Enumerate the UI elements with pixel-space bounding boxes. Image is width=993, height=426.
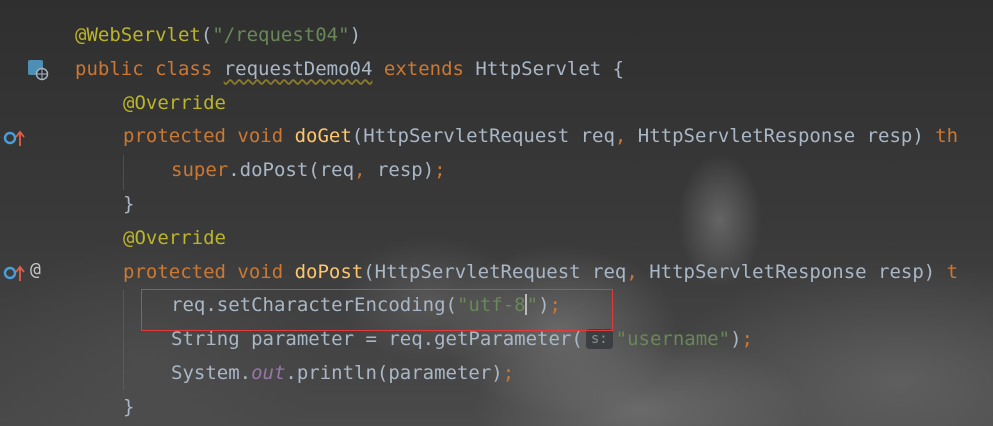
- code-line[interactable]: super.doPost(req, resp);: [171, 154, 446, 187]
- code-token: "/request04": [212, 24, 350, 46]
- indent-guide: [123, 155, 124, 190]
- code-token: ,: [626, 260, 650, 283]
- code-token: doPost: [294, 260, 364, 283]
- code-token: @WebServlet: [75, 24, 201, 46]
- override-up-arrow-icon[interactable]: [3, 264, 25, 286]
- code-line[interactable]: }: [123, 188, 134, 221]
- highlight-annotation-box: [141, 289, 613, 331]
- code-token: (HttpServletRequest req: [363, 260, 627, 283]
- code-token: @Override: [123, 226, 226, 249]
- code-token: ;: [741, 328, 753, 351]
- code-token: doGet: [294, 125, 352, 148]
- code-token: ;: [502, 362, 515, 384]
- code-token: }: [123, 193, 135, 215]
- code-token: ,: [614, 125, 638, 148]
- code-token: requestDemo04: [223, 57, 373, 80]
- code-line[interactable]: protected void doGet(HttpServletRequest …: [123, 120, 958, 153]
- code-token: System.: [171, 362, 252, 384]
- code-token: protected: [123, 125, 238, 148]
- code-token: (: [200, 24, 213, 46]
- code-token: out: [251, 362, 286, 384]
- code-token: void: [237, 260, 295, 283]
- parameter-hint: s:: [585, 329, 613, 350]
- code-token: }: [123, 395, 135, 418]
- code-line[interactable]: protected void doPost(HttpServletRequest…: [123, 256, 958, 289]
- code-line[interactable]: }: [123, 391, 134, 424]
- code-token: super: [171, 159, 229, 182]
- code-token: protected: [123, 260, 238, 283]
- code-line[interactable]: @WebServlet("/request04"): [75, 19, 361, 52]
- code-line[interactable]: @Override: [123, 87, 226, 120]
- code-token: HttpServletResponse resp): [649, 260, 947, 283]
- code-line[interactable]: @Override: [123, 222, 226, 255]
- code-token: String parameter = req.getParameter(: [171, 328, 583, 351]
- code-token: public: [75, 57, 156, 80]
- code-token: t: [946, 260, 959, 283]
- code-token: .doPost(req: [228, 159, 355, 182]
- code-token: th: [935, 125, 959, 148]
- code-token: HttpServletResponse resp): [637, 125, 936, 148]
- code-token: class: [155, 57, 224, 80]
- code-line[interactable]: public class requestDemo04 extends HttpS…: [75, 53, 624, 86]
- code-token: @Override: [123, 91, 226, 114]
- code-line[interactable]: System.out.println(parameter);: [171, 357, 514, 390]
- code-token: ): [730, 328, 742, 351]
- class-web-icon[interactable]: [27, 59, 49, 85]
- code-token: ;: [434, 159, 446, 182]
- code-token: {: [612, 57, 625, 80]
- override-up-arrow-icon[interactable]: [3, 129, 25, 151]
- code-token: void: [237, 125, 295, 148]
- code-token: resp): [376, 159, 435, 182]
- code-token: ): [349, 24, 362, 46]
- at-annotation-icon[interactable]: @: [30, 261, 41, 279]
- code-editor[interactable]: @ @WebServlet("/request04") public class …: [0, 0, 993, 426]
- code-token: (HttpServletRequest req: [351, 125, 615, 148]
- code-token: .println(parameter): [285, 362, 503, 384]
- code-token: "username": [615, 328, 731, 351]
- code-token: HttpServlet: [475, 57, 613, 80]
- code-token: extends: [372, 57, 476, 80]
- editor-gutter: @: [0, 0, 62, 426]
- code-token: ,: [354, 159, 377, 182]
- indent-guide: [123, 290, 124, 390]
